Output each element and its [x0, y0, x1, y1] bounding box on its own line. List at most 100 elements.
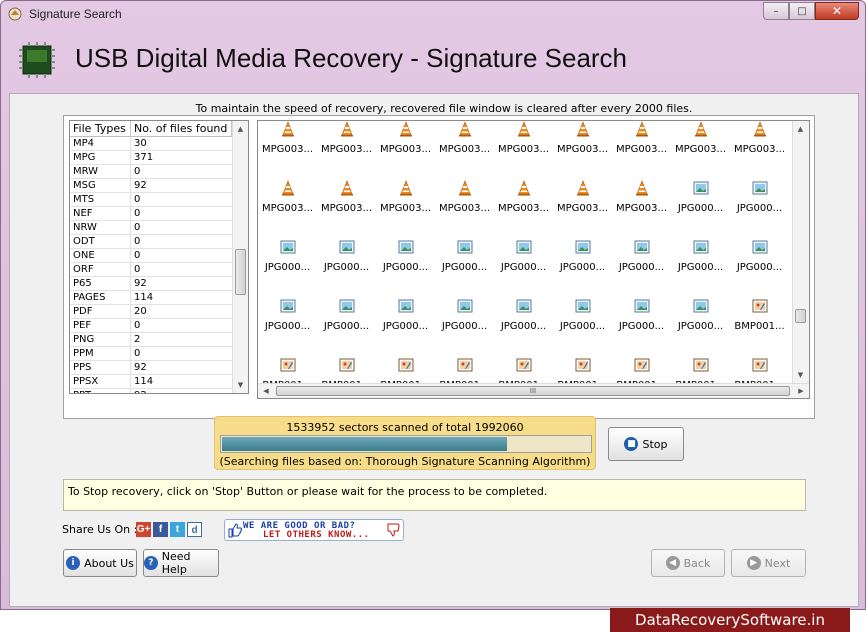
- need-help-button[interactable]: ? Need Help: [143, 549, 219, 577]
- file-item[interactable]: MPG003...: [376, 180, 435, 230]
- table-row[interactable]: ORF 0: [70, 263, 248, 277]
- file-item[interactable]: BMP001...: [317, 357, 376, 383]
- file-item[interactable]: BMP001...: [258, 357, 317, 383]
- file-item[interactable]: JPG000...: [317, 298, 376, 348]
- facebook-icon[interactable]: f: [153, 522, 168, 537]
- file-item[interactable]: JPG000...: [730, 239, 789, 289]
- table-row[interactable]: PNG 2: [70, 333, 248, 347]
- column-header-file-types[interactable]: File Types: [70, 121, 131, 136]
- google-plus-icon[interactable]: G+: [136, 522, 151, 537]
- table-row[interactable]: PEF 0: [70, 319, 248, 333]
- table-row[interactable]: PPS 92: [70, 361, 248, 375]
- file-item[interactable]: JPG000...: [671, 239, 730, 289]
- file-item[interactable]: JPG000...: [435, 239, 494, 289]
- file-item[interactable]: JPG000...: [494, 298, 553, 348]
- file-item[interactable]: JPG000...: [730, 180, 789, 230]
- recovered-files-view[interactable]: MPG003... MPG003... MPG003... MPG003... MPG0…: [257, 120, 810, 399]
- table-row[interactable]: PPM 0: [70, 347, 248, 361]
- image-file-icon: [494, 298, 553, 314]
- file-item[interactable]: MPG003...: [435, 180, 494, 230]
- file-item[interactable]: BMP001...: [553, 357, 612, 383]
- vlc-cone-icon: [553, 121, 612, 137]
- next-button[interactable]: ▶ Next: [731, 549, 806, 577]
- file-count-cell: 0: [134, 208, 141, 219]
- table-row[interactable]: PPT92: [70, 389, 248, 393]
- file-item[interactable]: BMP001...: [494, 357, 553, 383]
- file-item[interactable]: MPG003...: [258, 180, 317, 230]
- scroll-up-arrow-icon[interactable]: ▲: [793, 121, 808, 137]
- feedback-banner[interactable]: WE ARE GOOD OR BAD? LET OTHERS KNOW...: [224, 519, 404, 541]
- table-row[interactable]: MRW 0: [70, 165, 248, 179]
- table-row[interactable]: ONE 0: [70, 249, 248, 263]
- file-item[interactable]: MPG003...: [317, 121, 376, 171]
- table-row[interactable]: P65 92: [70, 277, 248, 291]
- column-header-count[interactable]: No. of files found: [131, 121, 232, 136]
- file-item[interactable]: MPG003...: [553, 121, 612, 171]
- file-item[interactable]: JPG000...: [317, 239, 376, 289]
- file-item[interactable]: BMP001...: [671, 357, 730, 383]
- file-item[interactable]: MPG003...: [258, 121, 317, 171]
- table-row[interactable]: MPG 371: [70, 151, 248, 165]
- file-item[interactable]: JPG000...: [612, 298, 671, 348]
- stop-button[interactable]: ■ Stop: [608, 427, 684, 461]
- twitter-icon[interactable]: t: [170, 522, 185, 537]
- file-types-table[interactable]: File Types No. of files found MP4 30 MPG 37…: [69, 120, 249, 394]
- table-row[interactable]: ODT 0: [70, 235, 248, 249]
- title-bar[interactable]: Signature Search – □ ✕: [1, 1, 865, 27]
- file-item[interactable]: BMP001...: [376, 357, 435, 383]
- file-item[interactable]: JPG000...: [494, 239, 553, 289]
- file-item[interactable]: JPG000...: [671, 180, 730, 230]
- scroll-thumb[interactable]: [235, 249, 246, 295]
- scroll-down-arrow-icon[interactable]: ▼: [233, 377, 248, 393]
- about-us-button[interactable]: i About Us: [63, 549, 137, 577]
- scroll-down-arrow-icon[interactable]: ▼: [793, 367, 808, 383]
- back-button[interactable]: ◀ Back: [651, 549, 725, 577]
- file-item[interactable]: MPG003...: [553, 180, 612, 230]
- maximize-button[interactable]: □: [789, 2, 815, 20]
- file-item[interactable]: MPG003...: [435, 121, 494, 171]
- file-item[interactable]: JPG000...: [435, 298, 494, 348]
- table-row[interactable]: MTS 0: [70, 193, 248, 207]
- table-row[interactable]: MSG 92: [70, 179, 248, 193]
- file-item[interactable]: BMP001...: [435, 357, 494, 383]
- file-item[interactable]: JPG000...: [258, 298, 317, 348]
- scroll-up-arrow-icon[interactable]: ▲: [233, 121, 248, 137]
- minimize-button[interactable]: –: [763, 2, 789, 20]
- close-button[interactable]: ✕: [815, 2, 859, 20]
- file-item[interactable]: MPG003...: [494, 180, 553, 230]
- table-row[interactable]: PAGES 114: [70, 291, 248, 305]
- file-item[interactable]: JPG000...: [376, 298, 435, 348]
- file-item[interactable]: JPG000...: [376, 239, 435, 289]
- file-item[interactable]: BMP001...: [612, 357, 671, 383]
- table-row[interactable]: NRW 0: [70, 221, 248, 235]
- scroll-thumb[interactable]: III: [276, 386, 790, 396]
- scroll-right-arrow-icon[interactable]: ▶: [793, 384, 809, 398]
- table-scrollbar[interactable]: ▲ ▼: [232, 121, 248, 393]
- digg-icon[interactable]: d: [187, 522, 202, 537]
- file-item[interactable]: BMP001...: [730, 357, 789, 383]
- file-item[interactable]: MPG003...: [317, 180, 376, 230]
- file-item[interactable]: JPG000...: [553, 298, 612, 348]
- scroll-left-arrow-icon[interactable]: ◀: [258, 384, 274, 398]
- back-label: Back: [683, 556, 711, 570]
- progress-panel: 1533952 sectors scanned of total 1992060…: [214, 416, 596, 470]
- scroll-thumb[interactable]: [795, 309, 806, 323]
- brand-tag[interactable]: DataRecoverySoftware.in: [610, 608, 850, 632]
- file-item[interactable]: MPG003...: [730, 121, 789, 171]
- table-row[interactable]: NEF 0: [70, 207, 248, 221]
- file-item[interactable]: MPG003...: [494, 121, 553, 171]
- file-item[interactable]: MPG003...: [671, 121, 730, 171]
- files-horizontal-scrollbar[interactable]: ◀ III ▶: [258, 383, 809, 398]
- file-item[interactable]: JPG000...: [258, 239, 317, 289]
- file-item[interactable]: MPG003...: [376, 121, 435, 171]
- table-row[interactable]: PPSX 114: [70, 375, 248, 389]
- file-item[interactable]: JPG000...: [671, 298, 730, 348]
- file-item[interactable]: MPG003...: [612, 180, 671, 230]
- file-item[interactable]: MPG003...: [612, 121, 671, 171]
- table-row[interactable]: PDF 20: [70, 305, 248, 319]
- files-vertical-scrollbar[interactable]: ▲ ▼: [792, 121, 809, 383]
- table-row[interactable]: MP4 30: [70, 137, 248, 151]
- file-item[interactable]: JPG000...: [612, 239, 671, 289]
- file-item[interactable]: BMP001...: [730, 298, 789, 348]
- file-item[interactable]: JPG000...: [553, 239, 612, 289]
